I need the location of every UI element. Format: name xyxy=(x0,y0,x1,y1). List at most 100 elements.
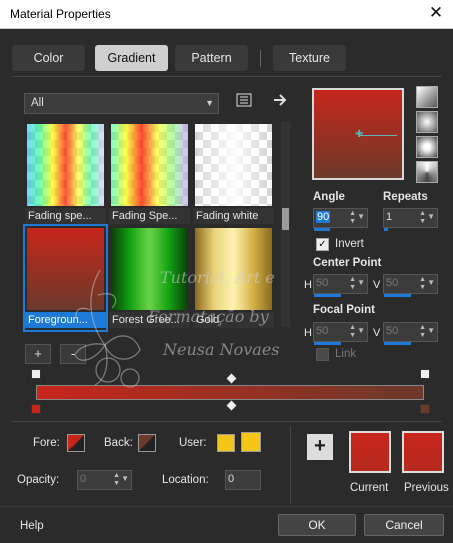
ok-button[interactable]: OK xyxy=(278,514,356,536)
watermark-line1: Tutorial, Art e xyxy=(160,268,275,287)
gradient-thumbnail xyxy=(27,124,104,206)
location-field[interactable]: 0 xyxy=(225,470,261,490)
gradient-category-select[interactable]: All ▼ xyxy=(24,93,219,114)
tab-divider xyxy=(260,50,261,67)
chevron-down-icon[interactable]: ▼ xyxy=(357,278,365,287)
gradient-item[interactable]: Fading Spe... xyxy=(109,122,190,226)
focal-v-label: V xyxy=(373,327,381,339)
center-v-field[interactable]: 50 ▲ ▼ ▼ xyxy=(383,274,438,297)
center-h-label: H xyxy=(304,279,312,291)
angle-field[interactable]: 90 ▲ ▼ ▼ xyxy=(313,208,368,231)
gradient-scrollbar[interactable] xyxy=(281,122,290,327)
spin-arrows-icon[interactable]: ▲ ▼ xyxy=(419,324,426,340)
tab-bar: Color Gradient Pattern Texture xyxy=(12,45,442,73)
cancel-button[interactable]: Cancel xyxy=(364,514,444,536)
invert-checkbox[interactable]: ✓ xyxy=(316,238,329,251)
transparency-stop-left[interactable] xyxy=(31,369,41,379)
radial-style-button[interactable] xyxy=(416,136,438,158)
arrow-right-icon[interactable] xyxy=(272,92,288,111)
center-h-value: 50 xyxy=(316,277,329,289)
color-midpoint[interactable] xyxy=(226,400,237,411)
title-bar: Material Properties ✕ xyxy=(0,0,453,29)
tab-color[interactable]: Color xyxy=(12,45,85,71)
user-color-chip[interactable] xyxy=(217,434,235,452)
gradient-item[interactable]: Fading spe... xyxy=(25,122,106,226)
gradient-label: Fading Spe... xyxy=(109,208,190,224)
tab-texture[interactable]: Texture xyxy=(273,45,346,71)
add-stop-button[interactable]: + xyxy=(25,344,51,364)
chevron-down-icon[interactable]: ▼ xyxy=(357,212,365,221)
divider xyxy=(12,76,442,77)
user-label: User: xyxy=(179,437,207,449)
watermark-flower-icon xyxy=(74,269,141,388)
gradient-item[interactable]: Fading white xyxy=(193,122,274,226)
focal-point-label: Focal Point xyxy=(313,304,375,316)
tab-gradient[interactable]: Gradient xyxy=(95,45,168,71)
opacity-field[interactable]: 0 ▲ ▼ ▼ xyxy=(77,470,132,490)
focal-h-value: 50 xyxy=(316,325,329,337)
spin-arrows-icon[interactable]: ▲ ▼ xyxy=(349,210,356,226)
linear-style-button[interactable] xyxy=(416,86,438,108)
previous-label: Previous xyxy=(404,482,449,494)
gradient-thumbnail xyxy=(111,124,188,206)
back-color-chip[interactable] xyxy=(138,434,156,452)
close-icon[interactable]: ✕ xyxy=(427,4,445,22)
chevron-down-icon[interactable]: ▼ xyxy=(427,278,435,287)
chevron-down-icon[interactable]: ▼ xyxy=(357,326,365,335)
center-v-label: V xyxy=(373,279,381,291)
spin-arrows-icon[interactable]: ▲ ▼ xyxy=(419,276,426,292)
repeats-slider[interactable] xyxy=(384,228,388,231)
chevron-down-icon[interactable]: ▼ xyxy=(121,474,129,483)
rectangular-style-button[interactable] xyxy=(416,111,438,133)
chevron-down-icon: ▼ xyxy=(205,98,214,108)
focal-h-slider[interactable] xyxy=(314,342,341,345)
link-label: Link xyxy=(335,348,357,360)
angle-label: Angle xyxy=(313,191,345,203)
divider xyxy=(12,421,442,422)
center-v-value: 50 xyxy=(386,277,399,289)
spin-arrows-icon[interactable]: ▲ ▼ xyxy=(349,324,356,340)
angle-handle-line[interactable] xyxy=(359,135,397,136)
fore-label: Fore: xyxy=(33,437,60,449)
focal-v-field[interactable]: 50 ▲ ▼ ▼ xyxy=(383,322,438,345)
repeats-field[interactable]: 1 ▲ ▼ ▼ xyxy=(383,208,438,231)
angle-value: 90 xyxy=(316,211,331,223)
library-icon[interactable] xyxy=(236,92,252,111)
link-checkbox[interactable] xyxy=(316,348,329,361)
focal-v-slider[interactable] xyxy=(384,342,411,345)
help-button[interactable]: Help xyxy=(20,520,44,532)
scrollbar-thumb[interactable] xyxy=(282,208,289,230)
gradient-preview[interactable]: ✚ xyxy=(312,88,404,180)
center-h-slider[interactable] xyxy=(314,294,341,297)
color-stop-left[interactable] xyxy=(31,404,41,414)
gradient-category-value: All xyxy=(31,97,44,109)
color-stop-right[interactable] xyxy=(420,404,430,414)
transparency-stop-right[interactable] xyxy=(420,369,430,379)
repeats-value: 1 xyxy=(386,211,393,223)
transparency-midpoint[interactable] xyxy=(226,373,237,384)
center-handle[interactable]: ✚ xyxy=(355,130,363,140)
current-color-chip[interactable] xyxy=(349,431,391,473)
spin-arrows-icon[interactable]: ▲ ▼ xyxy=(113,472,120,488)
focal-h-field[interactable]: 50 ▲ ▼ ▼ xyxy=(313,322,368,345)
tab-pattern[interactable]: Pattern xyxy=(175,45,248,71)
previous-color-chip[interactable] xyxy=(402,431,444,473)
location-label: Location: xyxy=(162,474,209,486)
add-to-swatches-button[interactable]: + xyxy=(307,434,333,460)
opacity-label: Opacity: xyxy=(17,474,60,486)
center-v-slider[interactable] xyxy=(384,294,411,297)
fore-color-chip[interactable] xyxy=(67,434,85,452)
center-h-field[interactable]: 50 ▲ ▼ ▼ xyxy=(313,274,368,297)
spin-arrows-icon[interactable]: ▲ ▼ xyxy=(419,210,426,226)
angle-slider[interactable] xyxy=(314,228,330,231)
divider xyxy=(290,426,291,504)
focal-h-label: H xyxy=(304,327,312,339)
gradient-label: Fading white xyxy=(193,208,274,224)
chevron-down-icon[interactable]: ▼ xyxy=(427,212,435,221)
center-point-label: Center Point xyxy=(313,257,382,269)
spin-arrows-icon[interactable]: ▲ ▼ xyxy=(349,276,356,292)
user-color-swatch[interactable] xyxy=(241,432,261,452)
sunburst-style-button[interactable] xyxy=(416,161,438,183)
chevron-down-icon[interactable]: ▼ xyxy=(427,326,435,335)
invert-label: Invert xyxy=(335,238,364,250)
